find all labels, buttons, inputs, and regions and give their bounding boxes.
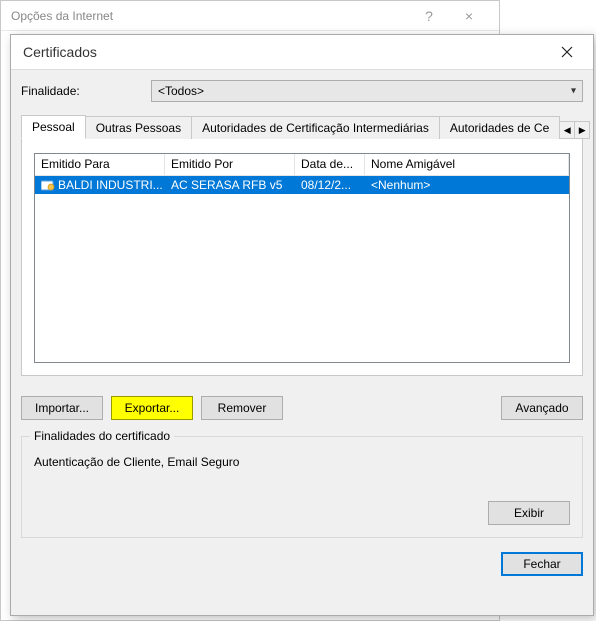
spacer	[291, 396, 493, 420]
tab-personal[interactable]: Pessoal	[21, 115, 86, 139]
certificate-icon	[41, 179, 55, 191]
listview-body: BALDI INDUSTRI... AC SERASA RFB v5 08/12…	[35, 176, 569, 362]
import-button[interactable]: Importar...	[21, 396, 103, 420]
dialog-title-text: Certificados	[23, 44, 547, 60]
tab-scroll-left[interactable]: ◀	[559, 121, 575, 139]
purpose-value: <Todos>	[158, 84, 204, 98]
dialog-close-button[interactable]	[547, 38, 587, 66]
tab-trusted-ca[interactable]: Autoridades de Ce	[439, 116, 560, 139]
cell-friendly-name: <Nenhum>	[365, 177, 569, 193]
tab-strip: Pessoal Outras Pessoas Autoridades de Ce…	[21, 114, 583, 138]
cell-issued-to: BALDI INDUSTRI...	[35, 177, 165, 193]
close-button[interactable]: Fechar	[501, 552, 583, 576]
group-legend: Finalidades do certificado	[30, 429, 174, 443]
cell-issued-to-text: BALDI INDUSTRI...	[58, 178, 163, 192]
tab-scroll-right[interactable]: ▶	[574, 121, 590, 139]
tab-intermediate-ca[interactable]: Autoridades de Certificação Intermediári…	[191, 116, 440, 139]
cell-exp-date: 08/12/2...	[295, 177, 365, 193]
certificates-dialog: Certificados Finalidade: <Todos> ▾ Pesso…	[10, 34, 594, 616]
purpose-combobox[interactable]: <Todos> ▾	[151, 80, 583, 102]
purpose-row: Finalidade: <Todos> ▾	[21, 80, 583, 102]
certificate-listview[interactable]: Emitido Para Emitido Por Data de... Nome…	[34, 153, 570, 363]
dialog-body: Finalidade: <Todos> ▾ Pessoal Outras Pes…	[11, 69, 593, 615]
view-button[interactable]: Exibir	[488, 501, 570, 525]
col-exp-date[interactable]: Data de...	[295, 154, 365, 175]
remove-button[interactable]: Remover	[201, 396, 283, 420]
col-issued-to[interactable]: Emitido Para	[35, 154, 165, 175]
dialog-titlebar: Certificados	[11, 35, 593, 69]
advanced-button[interactable]: Avançado	[501, 396, 583, 420]
parent-help-button[interactable]: ?	[409, 1, 449, 31]
tab-page: Emitido Para Emitido Por Data de... Nome…	[21, 138, 583, 376]
parent-titlebar: Opções da Internet ? ×	[1, 1, 499, 31]
dialog-footer: Fechar	[21, 552, 583, 576]
cert-purposes-text: Autenticação de Cliente, Email Seguro	[34, 455, 570, 495]
cert-purposes-group: Finalidades do certificado Autenticação …	[21, 436, 583, 538]
parent-title-text: Opções da Internet	[11, 1, 409, 31]
cell-issued-by: AC SERASA RFB v5	[165, 177, 295, 193]
close-icon	[561, 46, 573, 58]
parent-close-button[interactable]: ×	[449, 1, 489, 31]
tab-scroll: ◀ ▶	[560, 120, 590, 138]
table-row[interactable]: BALDI INDUSTRI... AC SERASA RFB v5 08/12…	[35, 176, 569, 194]
export-button[interactable]: Exportar...	[111, 396, 193, 420]
col-friendly-name[interactable]: Nome Amigável	[365, 154, 569, 175]
listview-header: Emitido Para Emitido Por Data de... Nome…	[35, 154, 569, 176]
action-button-row: Importar... Exportar... Remover Avançado	[21, 396, 583, 420]
col-issued-by[interactable]: Emitido Por	[165, 154, 295, 175]
tab-other-people[interactable]: Outras Pessoas	[85, 116, 192, 139]
purpose-label: Finalidade:	[21, 84, 151, 98]
chevron-down-icon: ▾	[571, 86, 576, 97]
